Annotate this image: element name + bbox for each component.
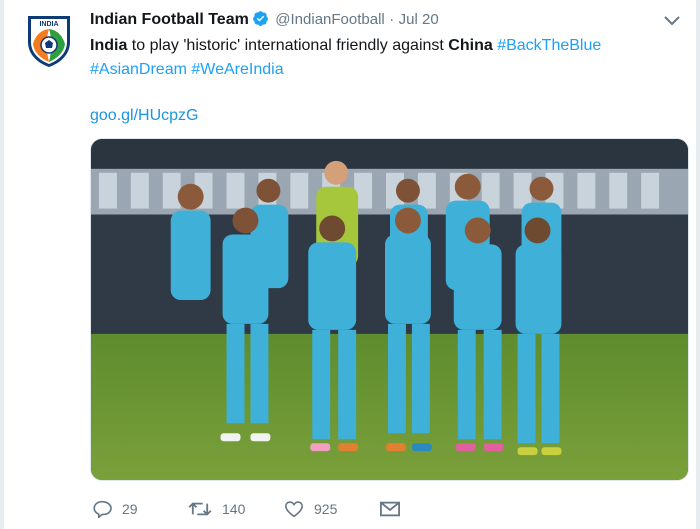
tweet-header: Indian Football Team @IndianFootball · J… [90,10,439,30]
envelope-icon [380,501,400,517]
verified-badge-icon [252,11,268,26]
retweet-icon [188,502,212,516]
like-button[interactable]: 925 [284,500,380,518]
reply-button[interactable]: 29 [92,500,188,518]
chevron-down-icon[interactable] [663,14,681,28]
avatar[interactable]: INDIA [24,12,74,68]
avatar-label: INDIA [39,21,58,28]
display-name[interactable]: Indian Football Team [90,11,249,28]
like-count: 925 [314,501,338,517]
tweet-link[interactable]: goo.gl/HUcpzG [90,105,199,127]
reply-count: 29 [122,501,138,517]
tweet-text: India to play 'historic' international f… [90,34,670,82]
text-word-india: India [90,37,128,54]
reply-icon [93,500,112,518]
heart-icon [284,501,304,518]
retweet-button[interactable]: 140 [188,500,284,518]
tweet-actions: 29 140 925 [92,498,410,520]
tweet-timestamp[interactable]: Jul 20 [399,11,439,28]
hashtag-asiandream[interactable]: #AsianDream [90,61,187,78]
hashtag-backtheblue[interactable]: #BackTheBlue [497,37,601,54]
user-handle[interactable]: @IndianFootball [275,11,384,28]
separator-dot: · [389,11,395,28]
tweet-card[interactable]: INDIA Indian Football Team @IndianFootba… [4,0,696,529]
message-button[interactable] [380,501,410,517]
team-photo[interactable] [90,138,689,481]
hashtag-weareindia[interactable]: #WeAreIndia [191,61,283,78]
retweet-count: 140 [222,501,246,517]
text-word-china: China [448,37,493,54]
text-middle: to play 'historic' international friendl… [127,37,449,54]
